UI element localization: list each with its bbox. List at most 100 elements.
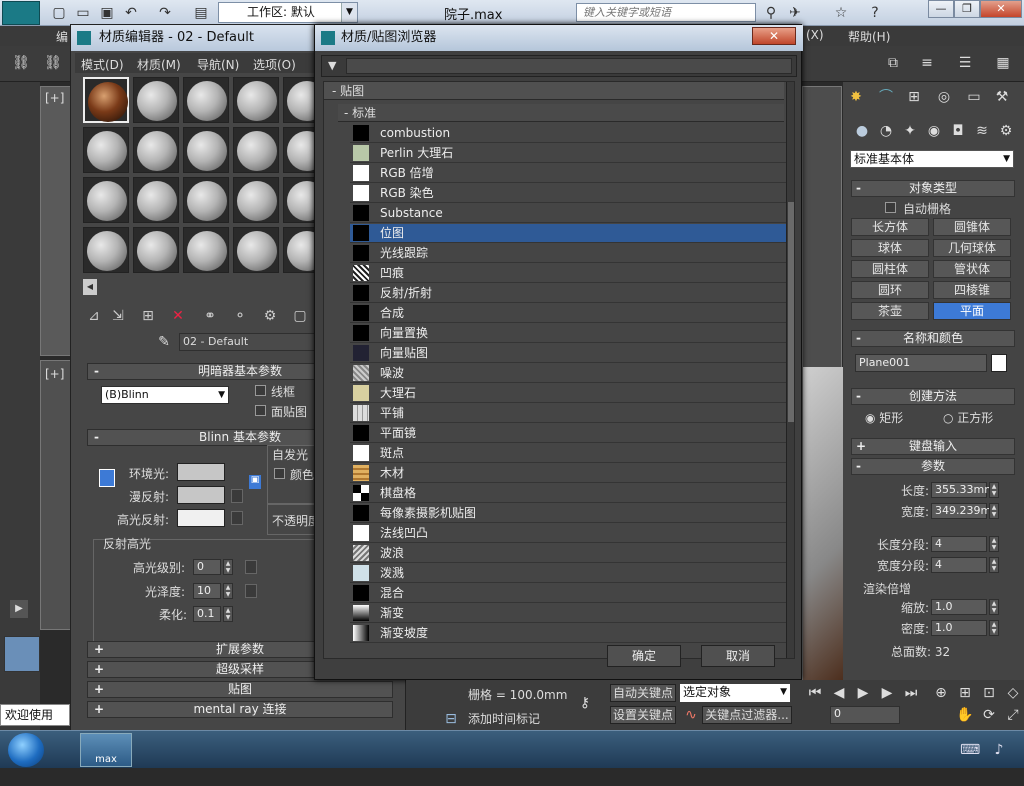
ok-button[interactable]: 确定: [607, 645, 681, 667]
go-to-end-icon[interactable]: ⏭: [902, 684, 920, 702]
material-slot[interactable]: [133, 177, 179, 223]
undo-icon[interactable]: ↶: [122, 4, 140, 22]
play-button[interactable]: ▶: [10, 600, 28, 618]
filter-icon[interactable]: ▼: [328, 59, 336, 72]
object-name-field[interactable]: Plane001: [855, 354, 987, 372]
selection-set-dropdown[interactable]: 选定对象 ▼: [680, 684, 790, 702]
show-map-icon[interactable]: ▢: [291, 307, 309, 325]
lock-icon[interactable]: ▣: [249, 475, 261, 489]
torus-button[interactable]: 圆环: [851, 281, 929, 299]
length-segs-field[interactable]: 4: [931, 536, 987, 552]
mental-ray-rollout[interactable]: + mental ray 连接: [87, 701, 393, 718]
density-spinner[interactable]: ▲ ▼: [989, 620, 999, 636]
map-item[interactable]: 凹痕: [350, 264, 794, 283]
star-icon[interactable]: ☆: [832, 4, 850, 22]
close-button[interactable]: ✕: [980, 0, 1022, 18]
length-segs-spinner[interactable]: ▲ ▼: [989, 536, 999, 552]
map-item[interactable]: 渐变: [350, 604, 794, 623]
close-button[interactable]: ✕: [752, 27, 796, 45]
app-logo[interactable]: [2, 1, 40, 25]
map-item[interactable]: 平面镜: [350, 424, 794, 443]
material-slot[interactable]: [133, 77, 179, 123]
map-item[interactable]: 反射/折射: [350, 284, 794, 303]
menu-navigation[interactable]: 导航(N): [197, 56, 239, 73]
name-color-rollout[interactable]: - 名称和颜色: [851, 330, 1015, 347]
shapes-icon[interactable]: ◔: [877, 122, 895, 140]
spec-level-spinner[interactable]: ▲ ▼: [223, 559, 233, 575]
display-tab-icon[interactable]: ▭: [965, 88, 983, 106]
helpers-icon[interactable]: ◘: [949, 122, 967, 140]
spacewarps-icon[interactable]: ≋: [973, 122, 991, 140]
material-slot[interactable]: [233, 227, 279, 273]
viewport-top[interactable]: [+]: [40, 86, 74, 356]
minimize-button[interactable]: —: [928, 0, 954, 18]
add-time-tag-label[interactable]: 添加时间标记: [468, 710, 540, 727]
glossiness-spinner[interactable]: ▲ ▼: [223, 583, 233, 599]
map-item[interactable]: 平铺: [350, 404, 794, 423]
map-item[interactable]: combustion: [350, 124, 794, 143]
menu-item-help[interactable]: 帮助(H): [848, 28, 890, 45]
go-to-start-icon[interactable]: ⏮: [806, 684, 824, 702]
map-item[interactable]: 向量置换: [350, 324, 794, 343]
prev-frame-icon[interactable]: ◀: [830, 684, 848, 702]
tube-button[interactable]: 管状体: [933, 260, 1011, 278]
time-tag-icon[interactable]: ⊟: [442, 710, 460, 728]
material-slot[interactable]: [283, 77, 315, 123]
menu-mode[interactable]: 模式(D): [81, 56, 124, 73]
soften-spinner[interactable]: ▲ ▼: [223, 606, 233, 622]
creation-method-rollout[interactable]: - 创建方法: [851, 388, 1015, 405]
field-of-view-icon[interactable]: ◇: [1004, 684, 1022, 702]
layers-icon[interactable]: ☰: [956, 54, 974, 72]
parameters-rollout[interactable]: - 参数: [851, 458, 1015, 475]
width-segs-spinner[interactable]: ▲ ▼: [989, 557, 999, 573]
get-material-icon[interactable]: ⊿: [85, 307, 103, 325]
delete-icon[interactable]: ✕: [169, 307, 187, 325]
copy-material-icon[interactable]: ⚭: [201, 307, 219, 325]
map-item[interactable]: 波浪: [350, 544, 794, 563]
map-item[interactable]: 斑点: [350, 444, 794, 463]
modify-tab-icon[interactable]: ⌒: [877, 88, 895, 106]
assign-material-icon[interactable]: ⊞: [139, 307, 157, 325]
cameras-icon[interactable]: ◉: [925, 122, 943, 140]
open-file-icon[interactable]: ▭: [74, 4, 92, 22]
orbit-icon[interactable]: ⟳: [980, 706, 998, 724]
ambient-color-swatch[interactable]: [177, 463, 225, 481]
viewport-perspective[interactable]: [802, 86, 843, 687]
material-slot[interactable]: [133, 227, 179, 273]
autogrid-checkbox[interactable]: [885, 202, 896, 213]
redo-icon[interactable]: ↷: [156, 4, 174, 22]
put-to-scene-icon[interactable]: ⇲: [109, 307, 127, 325]
viewport-layout-button[interactable]: [4, 636, 40, 672]
restore-button[interactable]: ❐: [954, 0, 980, 18]
taskbar-app-max[interactable]: max: [80, 733, 132, 767]
hierarchy-tab-icon[interactable]: ⊞: [905, 88, 923, 106]
save-icon[interactable]: ▣: [98, 4, 116, 22]
width-field[interactable]: 349.239m: [931, 503, 991, 519]
list-scrollbar[interactable]: [786, 82, 794, 658]
map-item[interactable]: 泼溅: [350, 564, 794, 583]
unlink-icon[interactable]: ⛓: [44, 54, 62, 72]
map-item[interactable]: 合成: [350, 304, 794, 323]
material-slot[interactable]: [233, 127, 279, 173]
scale-field[interactable]: 1.0: [931, 599, 987, 615]
material-name-field[interactable]: 02 - Default: [179, 333, 315, 351]
diffuse-color-swatch[interactable]: [177, 486, 225, 504]
map-item[interactable]: 每像素摄影机贴图: [350, 504, 794, 523]
radio-rect[interactable]: ◉ 矩形: [865, 409, 903, 426]
search-input[interactable]: 键入关键字或短语: [576, 3, 756, 22]
material-slot[interactable]: [233, 177, 279, 223]
map-item[interactable]: Substance: [350, 204, 794, 223]
lock-ambient-diffuse-button[interactable]: [99, 469, 115, 487]
primitive-type-dropdown[interactable]: 标准基本体 ▼: [850, 150, 1014, 168]
box-button[interactable]: 长方体: [851, 218, 929, 236]
spec-level-map-button[interactable]: [245, 560, 257, 574]
geosphere-button[interactable]: 几何球体: [933, 239, 1011, 257]
material-slot[interactable]: [83, 177, 129, 223]
maximize-viewport-icon[interactable]: ⤢: [1004, 706, 1022, 724]
group-standard-header[interactable]: - 标准: [338, 104, 784, 122]
make-unique-icon[interactable]: ⚬: [231, 307, 249, 325]
keyboard-entry-rollout[interactable]: + 键盘输入: [851, 438, 1015, 455]
map-item[interactable]: 混合: [350, 584, 794, 603]
spec-level-field[interactable]: 0: [193, 559, 221, 575]
radio-square[interactable]: ○ 正方形: [943, 409, 993, 426]
